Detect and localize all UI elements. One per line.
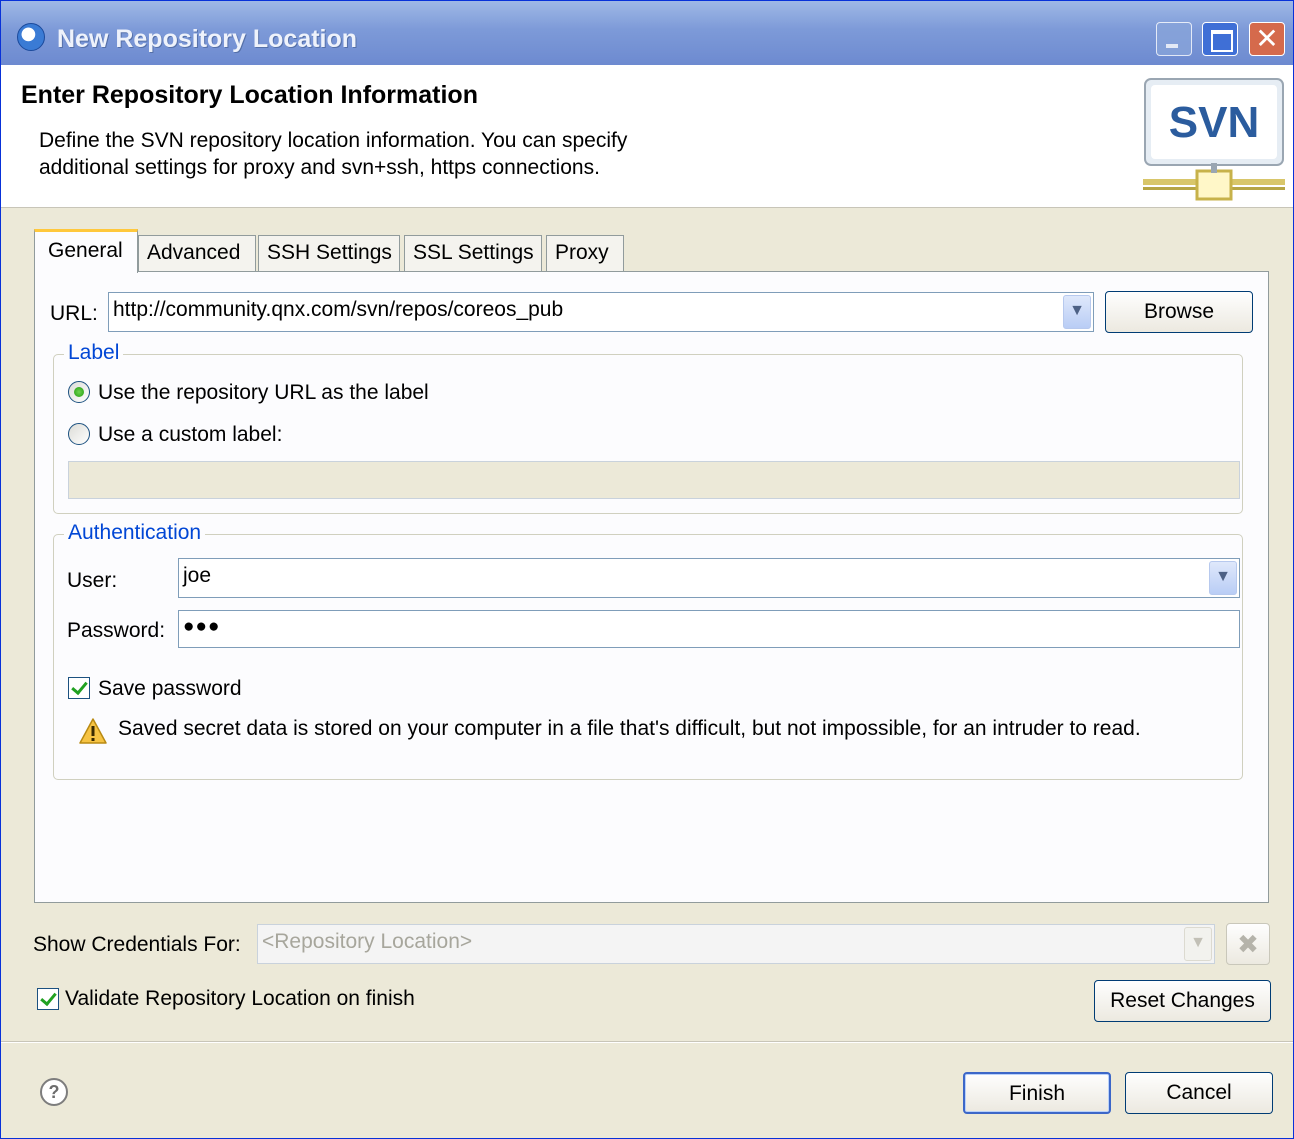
delete-icon: ✖ — [1237, 929, 1259, 959]
user-combo[interactable]: joe ▼ — [178, 558, 1240, 598]
validate-location-label: Validate Repository Location on finish — [65, 987, 415, 1010]
tab-ssl-settings[interactable]: SSL Settings — [404, 235, 542, 271]
wizard-banner: Enter Repository Location Information De… — [1, 65, 1293, 208]
finish-button[interactable]: Finish — [963, 1072, 1111, 1114]
label-group: Label Use the repository URL as the labe… — [53, 341, 1243, 514]
dialog-window: New Repository Location ✕ Enter Reposito… — [0, 0, 1294, 1139]
chevron-down-icon[interactable]: ▼ — [1063, 295, 1091, 329]
page-title: Enter Repository Location Information — [21, 81, 478, 109]
browse-button[interactable]: Browse — [1105, 291, 1253, 333]
minimize-button[interactable] — [1156, 22, 1192, 56]
url-combo[interactable]: http://community.qnx.com/svn/repos/coreo… — [108, 292, 1094, 332]
url-label: URL: — [50, 302, 98, 325]
general-tab-panel: URL: http://community.qnx.com/svn/repos/… — [34, 271, 1269, 903]
close-button[interactable]: ✕ — [1249, 22, 1285, 56]
maximize-button[interactable] — [1202, 22, 1238, 56]
show-credentials-label: Show Credentials For: — [33, 933, 241, 956]
credentials-placeholder: <Repository Location> — [262, 930, 473, 953]
chevron-down-icon[interactable]: ▼ — [1184, 927, 1212, 961]
warning-icon — [79, 718, 107, 744]
credentials-combo[interactable]: <Repository Location> ▼ — [257, 924, 1215, 964]
tab-proxy[interactable]: Proxy — [546, 235, 624, 271]
custom-label-radio[interactable] — [68, 423, 90, 445]
title-bar[interactable]: New Repository Location ✕ — [1, 1, 1293, 65]
delete-credentials-button[interactable]: ✖ — [1226, 923, 1270, 965]
label-group-title: Label — [64, 341, 124, 365]
use-url-label-radio[interactable] — [68, 381, 90, 403]
help-icon[interactable]: ? — [39, 1077, 69, 1107]
use-url-label-text: Use the repository URL as the label — [98, 381, 429, 404]
url-value: http://community.qnx.com/svn/repos/coreo… — [113, 298, 564, 321]
chevron-down-icon[interactable]: ▼ — [1209, 561, 1237, 595]
save-password-label: Save password — [98, 677, 242, 700]
app-icon — [17, 23, 45, 51]
svg-text:?: ? — [49, 1082, 60, 1102]
user-label: User: — [67, 569, 118, 592]
custom-label-text: Use a custom label: — [98, 423, 283, 446]
validate-location-checkbox[interactable] — [37, 988, 59, 1010]
authentication-group: Authentication User: joe ▼ Password: ●●●… — [53, 521, 1243, 780]
authentication-group-title: Authentication — [64, 521, 206, 545]
password-field[interactable]: ●●● — [178, 610, 1240, 648]
save-password-checkbox[interactable] — [68, 677, 90, 699]
tab-general[interactable]: General — [34, 229, 138, 273]
window-title: New Repository Location — [57, 25, 358, 53]
svg-text:SVN: SVN — [1169, 98, 1259, 147]
svn-logo-icon: SVN — [1143, 78, 1285, 201]
page-description: Define the SVN repository location infor… — [39, 129, 628, 179]
reset-changes-button[interactable]: Reset Changes — [1094, 980, 1271, 1022]
custom-label-input[interactable] — [68, 461, 1240, 499]
user-value: joe — [183, 564, 212, 587]
cancel-button[interactable]: Cancel — [1125, 1072, 1273, 1114]
password-value: ●●● — [183, 616, 221, 637]
password-label: Password: — [67, 619, 166, 642]
footer-divider-highlight — [1, 1042, 1293, 1043]
tab-ssh-settings[interactable]: SSH Settings — [258, 235, 400, 271]
password-warning-text: Saved secret data is stored on your comp… — [118, 717, 1141, 740]
tab-advanced[interactable]: Advanced — [138, 235, 256, 271]
